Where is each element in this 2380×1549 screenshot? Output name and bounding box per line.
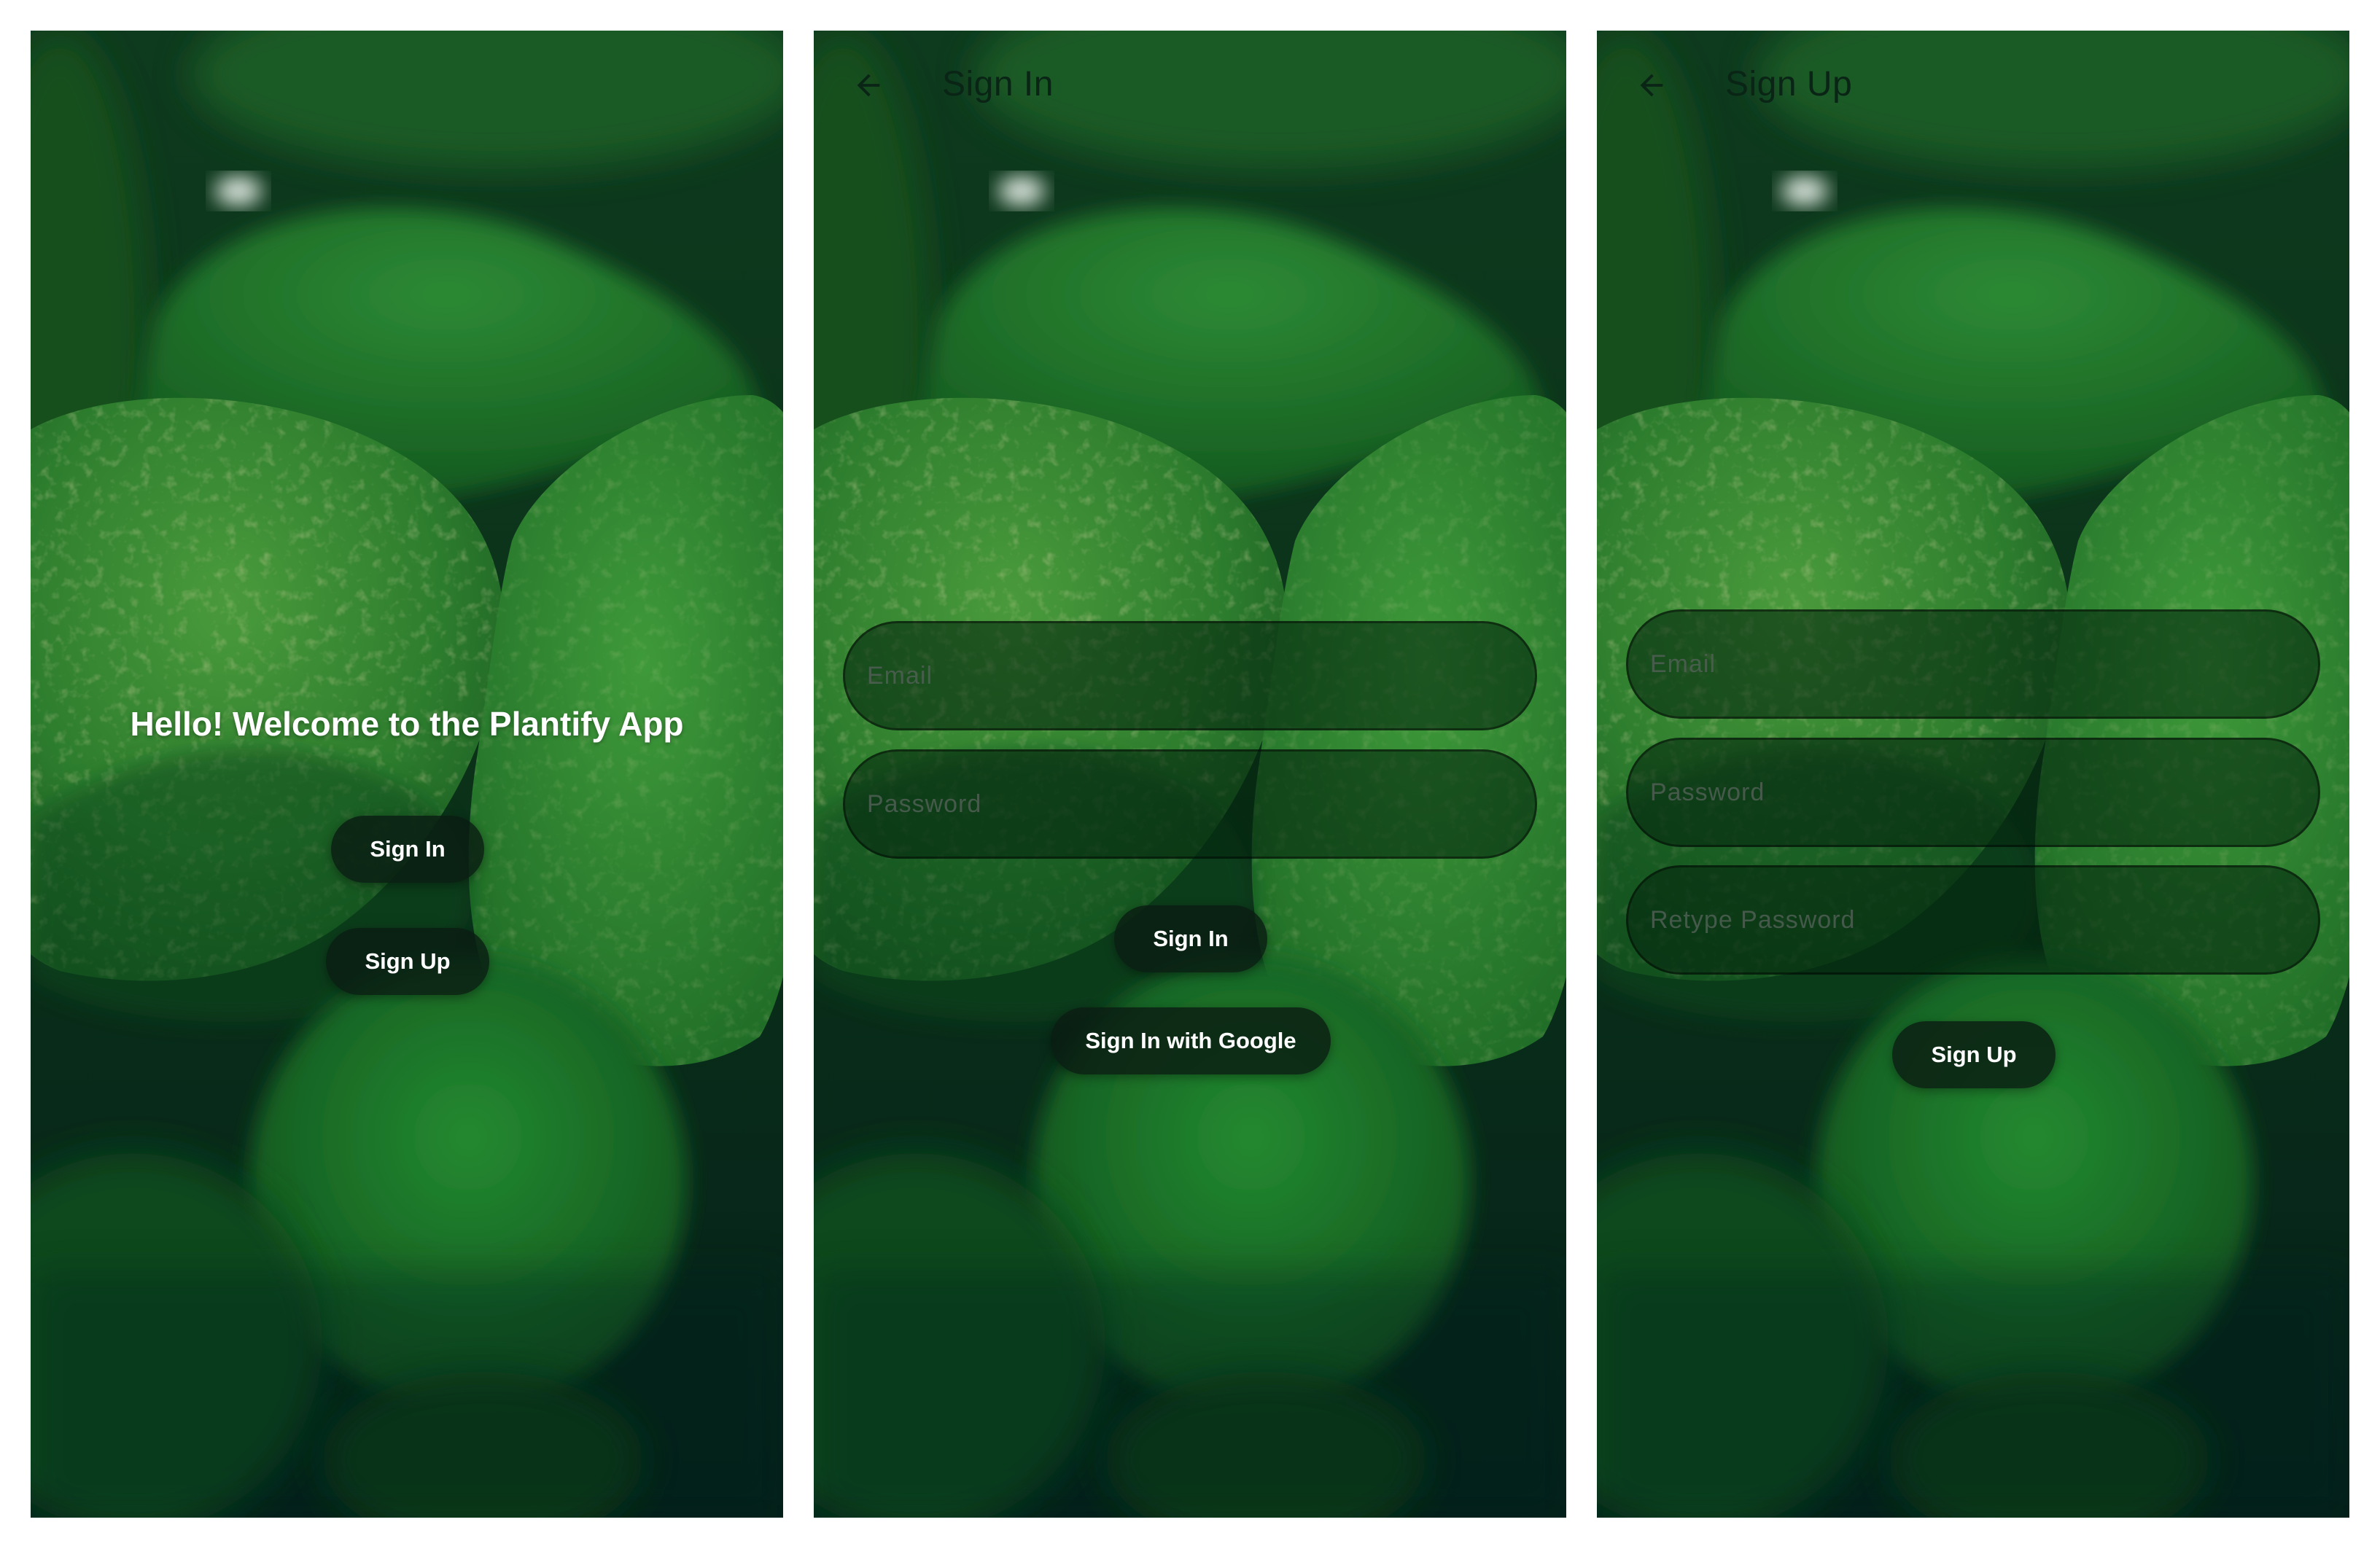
- welcome-screen: Hello! Welcome to the Plantify App Sign …: [31, 31, 783, 1518]
- retype-password-placeholder: Retype Password: [1650, 905, 1856, 934]
- app-bar-title: Sign Up: [1725, 65, 1853, 104]
- leaf-background-image: [31, 31, 783, 1518]
- back-button[interactable]: [843, 60, 894, 111]
- sign-up-submit-button[interactable]: Sign Up: [1892, 1021, 2056, 1088]
- password-field[interactable]: Password: [843, 749, 1537, 859]
- password-placeholder: Password: [867, 789, 982, 818]
- password-placeholder: Password: [1650, 778, 1765, 806]
- welcome-title: Hello! Welcome to the Plantify App: [130, 705, 684, 743]
- back-button[interactable]: [1626, 60, 1677, 111]
- sign-up-screen: Sign Up Email Password Retype Password S…: [1597, 31, 2349, 1518]
- sign-in-screen: Sign In Email Password Sign In Sign In w…: [814, 31, 1566, 1518]
- retype-password-field[interactable]: Retype Password: [1626, 865, 2320, 975]
- sign-in-button[interactable]: Sign In: [331, 816, 484, 883]
- password-field[interactable]: Password: [1626, 738, 2320, 847]
- sign-up-button[interactable]: Sign Up: [326, 928, 489, 995]
- email-placeholder: Email: [1650, 649, 1716, 678]
- app-bar: Sign In: [814, 31, 1566, 141]
- app-bar: Sign Up: [1597, 31, 2349, 141]
- arrow-back-icon: [857, 74, 880, 97]
- email-field[interactable]: Email: [843, 621, 1537, 730]
- app-bar-title: Sign In: [942, 65, 1054, 104]
- email-placeholder: Email: [867, 661, 933, 690]
- arrow-back-icon: [1640, 74, 1663, 97]
- email-field[interactable]: Email: [1626, 609, 2320, 719]
- sign-in-submit-button[interactable]: Sign In: [1114, 905, 1267, 972]
- sign-in-google-button[interactable]: Sign In with Google: [1051, 1007, 1331, 1074]
